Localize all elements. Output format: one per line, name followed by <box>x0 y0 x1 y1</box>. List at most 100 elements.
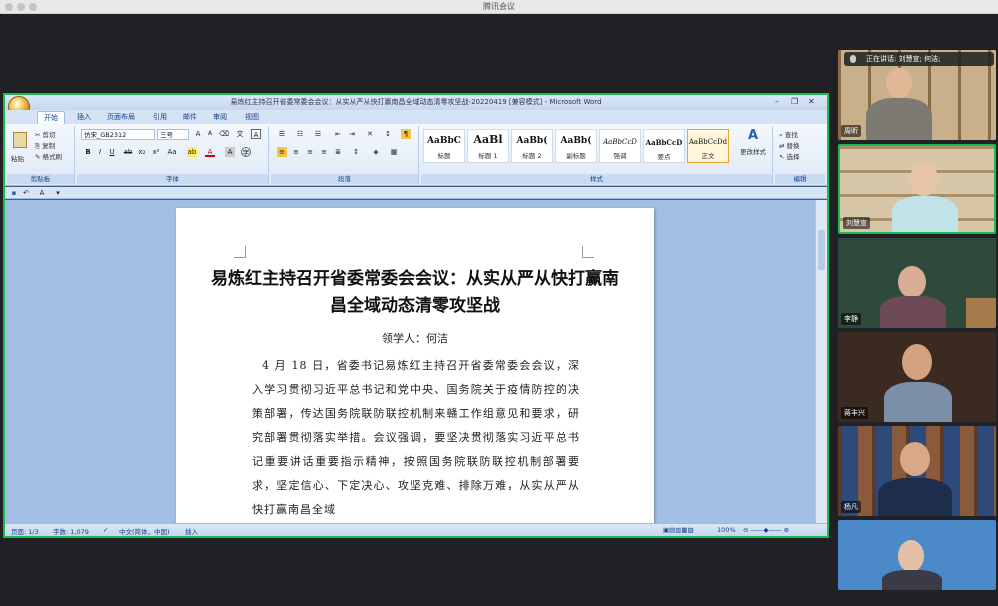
tab-references[interactable]: 引用 <box>147 111 173 124</box>
tab-home[interactable]: 开始 <box>37 111 65 124</box>
grow-font-icon[interactable]: A <box>193 129 203 139</box>
sort-icon[interactable]: ↕ <box>383 129 393 139</box>
style-strong[interactable]: AaBbCcD 要点 <box>643 129 685 163</box>
font-name-select[interactable]: 仿宋_GB2312 <box>81 129 155 140</box>
subscript-icon[interactable]: x₂ <box>137 147 147 157</box>
char-border-icon[interactable]: A <box>251 129 261 139</box>
scroll-thumb[interactable] <box>818 230 825 270</box>
shrink-font-icon[interactable]: A <box>205 129 215 139</box>
participant-name: 周昕 <box>841 125 861 137</box>
participant-name: 李静 <box>841 313 861 325</box>
customize-qat-icon[interactable]: ▾ <box>53 188 63 198</box>
find-button[interactable]: ⌕ 查找 <box>779 129 798 140</box>
align-right-icon[interactable]: ≡ <box>305 147 315 157</box>
bold-icon[interactable]: B <box>83 147 93 157</box>
style-heading-1[interactable]: AaBl 标题 1 <box>467 129 509 163</box>
char-shading-icon[interactable]: A <box>225 147 235 157</box>
style-heading-2-name: 标题 2 <box>522 152 542 160</box>
enclose-char-icon[interactable]: 字 <box>241 147 251 157</box>
participant-tile-5[interactable]: 杨凡 <box>838 426 996 516</box>
participant-tile-6[interactable] <box>838 520 996 590</box>
participant-body <box>884 382 952 422</box>
styles-group-label: 样式 <box>421 174 772 184</box>
highlight-icon[interactable]: ab <box>187 147 197 157</box>
align-center-icon[interactable]: ≡ <box>291 147 301 157</box>
word-close-icon[interactable]: ✕ <box>808 97 815 106</box>
italic-icon[interactable]: I <box>95 147 105 157</box>
justify-icon[interactable]: ≡ <box>319 147 329 157</box>
participant-face <box>910 162 938 196</box>
font-size-select[interactable]: 三号 <box>157 129 189 140</box>
phonetic-guide-icon[interactable]: 文 <box>235 129 245 139</box>
word-minimize-icon[interactable]: – <box>775 97 779 106</box>
shading-icon[interactable]: ◈ <box>371 147 381 157</box>
increase-indent-icon[interactable]: ⇥ <box>347 129 357 139</box>
change-styles-button[interactable]: A 更改样式 <box>735 128 771 168</box>
underline-icon[interactable]: U <box>107 147 117 157</box>
document-page[interactable]: 易炼红主持召开省委常委会会议：从实从严从快打赢南昌全域动态清零攻坚战 领学人：何… <box>176 208 654 523</box>
style-heading-2-sample: AaBb( <box>516 136 548 146</box>
style-heading-2[interactable]: AaBb( 标题 2 <box>511 129 553 163</box>
style-emphasis-sample: AaBbCcD <box>603 138 637 146</box>
zoom-level[interactable]: 100% <box>717 526 736 534</box>
participant-name: 蒋丰兴 <box>841 407 868 419</box>
clear-format-icon[interactable]: ⌫ <box>219 129 229 139</box>
word-title-text: 易炼红主持召开省委常委会会议：从实从严从快打赢南昌全域动态清零攻坚战-20220… <box>230 98 602 106</box>
multilevel-list-icon[interactable]: ☱ <box>313 129 323 139</box>
decrease-indent-icon[interactable]: ⇤ <box>333 129 343 139</box>
bullets-icon[interactable]: ☰ <box>277 129 287 139</box>
style-emphasis[interactable]: AaBbCcD 强调 <box>599 129 641 163</box>
zoom-slider[interactable]: ⊖ ——◆—— ⊕ <box>743 526 789 534</box>
tab-view[interactable]: 视图 <box>239 111 265 124</box>
style-heading-1-sample: AaBl <box>473 133 503 146</box>
participant-tile-3[interactable]: 李静 <box>838 238 996 328</box>
redo-icon[interactable]: A <box>37 188 47 198</box>
select-button[interactable]: ↖ 选择 <box>779 151 800 161</box>
language-status[interactable]: 中文(简体，中国) <box>119 526 170 536</box>
save-icon[interactable]: ▪ <box>9 188 19 198</box>
view-buttons-icon[interactable]: ▣▤▥▦▧ <box>663 526 694 534</box>
style-normal[interactable]: AaBbCcDd 正文 <box>687 129 729 163</box>
replace-label: 替换 <box>786 142 800 150</box>
numbering-icon[interactable]: ☷ <box>295 129 305 139</box>
paragraph-group: ☰ ☷ ☱ ⇤ ⇥ ✕ ↕ ¶ ≡ ≡ ≡ ≡ ≣ ↕ ◈ ▦ 段落 <box>271 126 419 184</box>
font-group: 仿宋_GB2312 三号 A A ⌫ 文 A B I U ab x₂ x² Aa… <box>77 126 269 184</box>
replace-button[interactable]: ⇄ 替换 <box>779 140 800 150</box>
tab-page-layout[interactable]: 页面布局 <box>101 111 141 124</box>
cut-button[interactable]: ✂ 剪切 <box>35 129 56 139</box>
participant-name: 杨凡 <box>841 501 861 513</box>
participant-tile-2[interactable]: 刘慧宣 <box>838 144 996 234</box>
styles-group: AaBbC 标题 AaBl 标题 1 AaBb( 标题 2 AaBb( 副标题 … <box>421 126 773 184</box>
insert-mode-status[interactable]: 插入 <box>185 526 198 536</box>
superscript-icon[interactable]: x² <box>151 147 161 157</box>
chinese-layout-icon[interactable]: ✕ <box>365 129 375 139</box>
distributed-icon[interactable]: ≣ <box>333 147 343 157</box>
proofing-icon[interactable]: ✓ <box>103 526 108 534</box>
tab-review[interactable]: 审阅 <box>207 111 233 124</box>
bookshelf-background <box>966 298 996 328</box>
copy-button[interactable]: ⎘ 复制 <box>35 140 55 151</box>
speaking-indicator: 正在讲话: 刘慧宣; 何洁; <box>844 52 994 66</box>
word-count[interactable]: 字数: 1,079 <box>53 526 89 536</box>
format-painter-button[interactable]: ✎ 格式刷 <box>35 151 62 161</box>
undo-icon[interactable]: ↶ <box>21 188 31 198</box>
strikethrough-icon[interactable]: ab <box>123 147 133 157</box>
vertical-scrollbar[interactable] <box>815 200 827 523</box>
paste-button[interactable]: 粘贴 <box>11 153 24 163</box>
change-case-icon[interactable]: Aa <box>167 147 177 157</box>
paste-icon[interactable] <box>13 132 27 148</box>
word-restore-icon[interactable]: ❐ <box>791 97 798 106</box>
borders-icon[interactable]: ▦ <box>389 147 399 157</box>
font-color-icon[interactable]: A <box>205 147 215 157</box>
style-title[interactable]: AaBbC 标题 <box>423 129 465 163</box>
tab-insert[interactable]: 插入 <box>71 111 97 124</box>
style-strong-sample: AaBbCcD <box>645 138 683 147</box>
tab-mailings[interactable]: 邮件 <box>177 111 203 124</box>
page-count[interactable]: 页面: 1/3 <box>11 526 39 536</box>
participant-tile-4[interactable]: 蒋丰兴 <box>838 332 996 422</box>
line-spacing-icon[interactable]: ↕ <box>351 147 361 157</box>
align-left-icon[interactable]: ≡ <box>277 147 287 157</box>
show-marks-icon[interactable]: ¶ <box>401 129 411 139</box>
style-subtitle[interactable]: AaBb( 副标题 <box>555 129 597 163</box>
ribbon: 粘贴 ✂ 剪切 ⎘ 复制 ✎ 格式刷 剪贴板 仿宋_GB2312 三号 A A … <box>5 124 827 186</box>
